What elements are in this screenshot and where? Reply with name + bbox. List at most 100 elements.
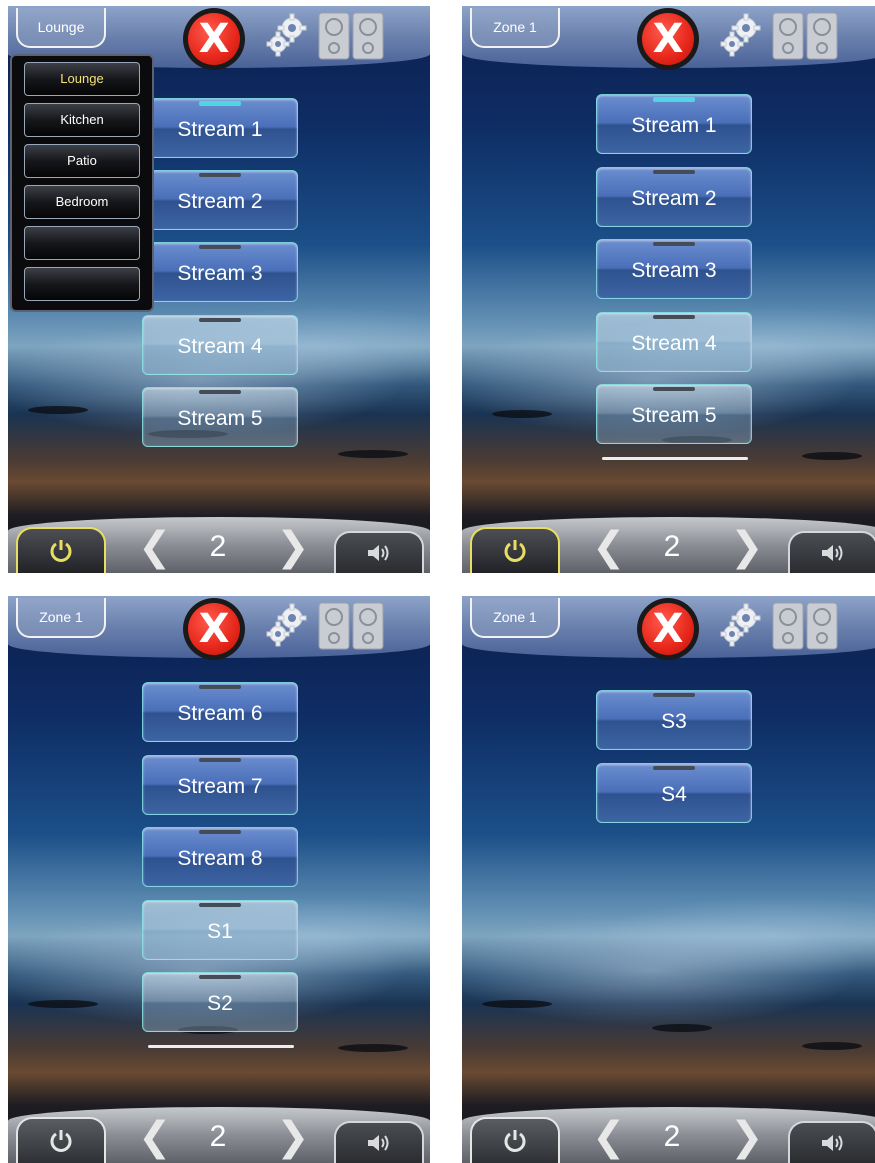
close-icon: X — [642, 13, 694, 65]
prev-page-button[interactable]: ❮ — [138, 527, 172, 567]
source-button[interactable]: S4 — [596, 763, 752, 823]
close-button[interactable]: X — [183, 8, 245, 70]
speaker-icon — [368, 545, 389, 561]
source-button[interactable]: S2 — [142, 972, 298, 1032]
cloud — [802, 452, 862, 460]
remote-icon[interactable] — [318, 602, 384, 650]
power-icon — [50, 1130, 72, 1152]
room-option-patio[interactable]: Patio — [24, 144, 140, 178]
prev-page-button[interactable]: ❮ — [138, 1117, 172, 1157]
source-button[interactable]: Stream 6 — [142, 682, 298, 742]
source-button[interactable]: Stream 1 — [142, 98, 298, 158]
source-label: S1 — [207, 920, 233, 943]
volume-button[interactable] — [788, 1121, 875, 1163]
source-button[interactable]: S3 — [596, 690, 752, 750]
indicator — [653, 693, 695, 697]
close-button[interactable]: X — [637, 8, 699, 70]
power-button[interactable] — [16, 527, 106, 573]
next-page-button[interactable]: ❯ — [730, 527, 764, 567]
source-label: Stream 3 — [177, 262, 263, 285]
source-label: S3 — [661, 710, 687, 733]
zone-selector-button[interactable]: Zone 1 — [470, 598, 560, 638]
volume-button[interactable] — [788, 531, 875, 573]
source-label: Stream 2 — [177, 190, 263, 213]
source-label: Stream 4 — [177, 335, 263, 358]
zone-selector-button[interactable]: Lounge — [16, 8, 106, 48]
zone-selector-button[interactable]: Zone 1 — [16, 598, 106, 638]
indicator — [653, 315, 695, 319]
power-icon — [504, 1130, 526, 1152]
source-button[interactable]: Stream 2 — [142, 170, 298, 230]
source-label: Stream 3 — [631, 259, 717, 282]
close-button[interactable]: X — [183, 598, 245, 660]
indicator — [653, 242, 695, 246]
gear-icon[interactable] — [264, 12, 310, 58]
next-page-button[interactable]: ❯ — [276, 1117, 310, 1157]
cloud — [652, 1024, 712, 1032]
scroll-indicator — [602, 457, 748, 460]
source-button[interactable]: Stream 3 — [142, 242, 298, 302]
prev-page-button[interactable]: ❮ — [592, 1117, 626, 1157]
next-page-button[interactable]: ❯ — [276, 527, 310, 567]
gear-icon[interactable] — [264, 602, 310, 648]
power-icon — [504, 540, 526, 562]
room-option-bedroom[interactable]: Bedroom — [24, 185, 140, 219]
source-button[interactable]: Stream 5 — [596, 384, 752, 444]
remote-icon[interactable] — [772, 12, 838, 60]
gear-icon[interactable] — [718, 12, 764, 58]
room-option-empty[interactable] — [24, 267, 140, 301]
source-label: Stream 1 — [177, 118, 263, 141]
zone-selector-button[interactable]: Zone 1 — [470, 8, 560, 48]
source-button[interactable]: S1 — [142, 900, 298, 960]
close-icon: X — [642, 603, 694, 655]
source-button[interactable]: Stream 4 — [596, 312, 752, 372]
active-indicator — [653, 97, 695, 102]
indicator — [199, 685, 241, 689]
volume-button[interactable] — [334, 1121, 424, 1163]
power-button[interactable] — [16, 1117, 106, 1163]
source-button[interactable]: Stream 1 — [596, 94, 752, 154]
indicator — [653, 387, 695, 391]
indicator — [199, 173, 241, 177]
next-page-button[interactable]: ❯ — [730, 1117, 764, 1157]
remote-icon[interactable] — [772, 602, 838, 650]
prev-page-button[interactable]: ❮ — [592, 527, 626, 567]
speaker-icon — [822, 1135, 843, 1151]
volume-button[interactable] — [334, 531, 424, 573]
close-button[interactable]: X — [637, 598, 699, 660]
cloud — [482, 1000, 552, 1008]
power-button[interactable] — [470, 1117, 560, 1163]
source-label: Stream 6 — [177, 702, 263, 725]
source-label: S4 — [661, 783, 687, 806]
page-number: 2 — [663, 530, 681, 563]
source-label: Stream 5 — [177, 407, 263, 430]
indicator — [199, 758, 241, 762]
source-label: Stream 1 — [631, 114, 717, 137]
source-label: Stream 7 — [177, 775, 263, 798]
room-option-empty[interactable] — [24, 226, 140, 260]
gear-icon[interactable] — [718, 602, 764, 648]
source-label: Stream 8 — [177, 847, 263, 870]
indicator — [653, 766, 695, 770]
source-button[interactable]: Stream 4 — [142, 315, 298, 375]
source-button[interactable]: Stream 2 — [596, 167, 752, 227]
page-number: 2 — [209, 530, 227, 563]
panel-2: Zone 1 X Stream 1 Stream 2 Stream 3 Stre — [462, 6, 875, 573]
cloud — [28, 1000, 98, 1008]
remote-icon[interactable] — [318, 12, 384, 60]
room-option-kitchen[interactable]: Kitchen — [24, 103, 140, 137]
source-button[interactable]: Stream 7 — [142, 755, 298, 815]
power-icon — [50, 540, 72, 562]
source-button[interactable]: Stream 8 — [142, 827, 298, 887]
source-button[interactable]: Stream 3 — [596, 239, 752, 299]
speaker-icon — [822, 545, 843, 561]
panel-1: Lounge X Stream 1 Stream 2 Stream 3 Stre — [8, 6, 430, 573]
power-button[interactable] — [470, 527, 560, 573]
source-button[interactable]: Stream 5 — [142, 387, 298, 447]
cloud — [338, 450, 408, 458]
room-option-lounge[interactable]: Lounge — [24, 62, 140, 96]
source-label: S2 — [207, 992, 233, 1015]
page-number: 2 — [663, 1120, 681, 1153]
panel-3: Zone 1 X Stream 6 Stream 7 Stream 8 S1 S… — [8, 596, 430, 1163]
cloud — [28, 406, 88, 414]
